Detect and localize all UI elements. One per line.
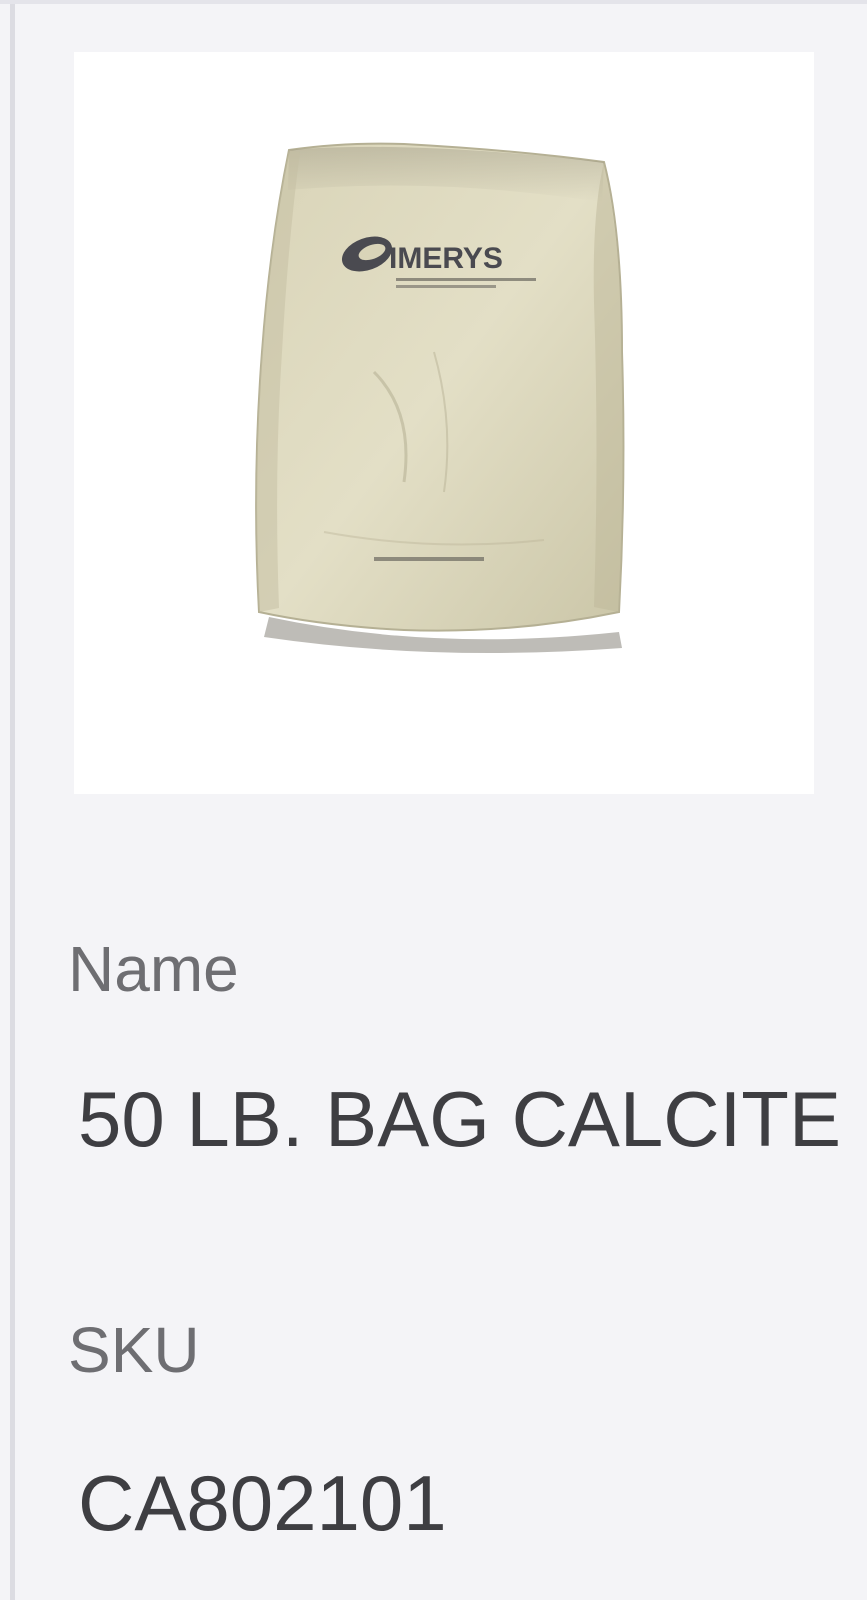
- product-detail-page: IMERYS Name 50 LB. BAG CALCITE SKU CA802…: [0, 0, 867, 1600]
- product-bag-image: IMERYS: [255, 142, 625, 654]
- product-card: IMERYS Name 50 LB. BAG CALCITE SKU CA802…: [15, 4, 867, 1600]
- sku-value: CA802101: [78, 1459, 447, 1547]
- name-value: 50 LB. BAG CALCITE: [78, 1075, 841, 1163]
- product-image-frame[interactable]: IMERYS: [74, 52, 814, 794]
- sku-label: SKU: [68, 1314, 200, 1386]
- name-label: Name: [68, 933, 239, 1005]
- bag-logo-text: IMERYS: [389, 242, 503, 275]
